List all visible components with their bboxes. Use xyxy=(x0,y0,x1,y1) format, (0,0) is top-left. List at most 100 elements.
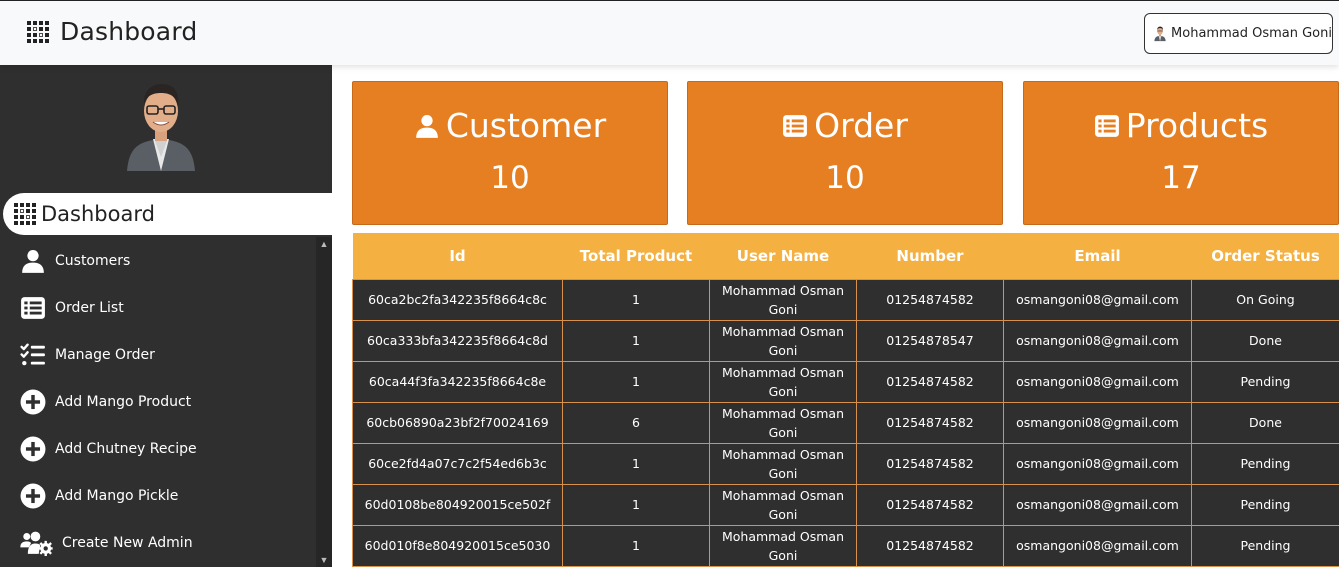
column-header-order-status: Order Status xyxy=(1211,246,1320,265)
table-row: 60cb06890a23bf2f70024169 6 Mohammad Osma… xyxy=(352,401,1339,444)
cell-email: osmangoni08@gmail.com xyxy=(1003,360,1192,403)
sidebar-item-label: Manage Order xyxy=(55,346,155,363)
page-title: Dashboard xyxy=(60,17,198,46)
grid-icon xyxy=(26,20,50,44)
table-row: 60ca2bc2fa342235f8664c8c 1 Mohammad Osma… xyxy=(352,278,1339,321)
main-content: Customer 10 Order 10 Products 17 Id Tota… xyxy=(332,65,1339,567)
scroll-down-icon[interactable]: ▼ xyxy=(316,553,332,567)
grid-icon xyxy=(13,202,37,226)
cell-id: 60ca2bc2fa342235f8664c8c xyxy=(352,278,563,321)
card-value: 10 xyxy=(825,160,865,196)
tasks-icon xyxy=(20,342,46,368)
sidebar-item-label: Add Mango Pickle xyxy=(55,487,179,504)
column-header-email: Email xyxy=(1074,246,1121,265)
cell-id: 60d0108be804920015ce502f xyxy=(352,483,563,526)
sidebar-item-label: Add Mango Product xyxy=(55,393,192,410)
sidebar-item-label: Create New Admin xyxy=(62,534,193,551)
cell-id: 60ca44f3fa342235f8664c8e xyxy=(352,360,563,403)
cell-total-product: 1 xyxy=(562,483,710,526)
cell-total-product: 1 xyxy=(562,442,710,485)
top-navbar: Dashboard Mohammad Osman Goni xyxy=(0,0,1339,65)
user-icon xyxy=(414,113,440,139)
table-row: 60ca333bfa342235f8664c8d 1 Mohammad Osma… xyxy=(352,319,1339,362)
user-icon xyxy=(20,248,46,274)
cell-order-status: Done xyxy=(1191,319,1339,362)
avatar xyxy=(1154,17,1166,50)
cell-email: osmangoni08@gmail.com xyxy=(1003,319,1192,362)
cell-id: 60d010f8e804920015ce5030 xyxy=(352,524,563,567)
scroll-up-icon[interactable]: ▲ xyxy=(316,237,332,251)
cell-id: 60ca333bfa342235f8664c8d xyxy=(352,319,563,362)
table-header-row: Id Total Product User Name Number Email … xyxy=(352,233,1339,279)
cell-total-product: 1 xyxy=(562,319,710,362)
cell-order-status: Done xyxy=(1191,401,1339,444)
cell-order-status: On Going xyxy=(1191,278,1339,321)
sidebar-item-manage-order[interactable]: Manage Order xyxy=(0,331,316,378)
list-icon xyxy=(782,113,808,139)
column-header-total-product: Total Product xyxy=(579,246,693,265)
order-card[interactable]: Order 10 xyxy=(687,81,1003,225)
cell-order-status: Pending xyxy=(1191,442,1339,485)
cell-user-name: Mohammad Osman Goni xyxy=(709,442,857,485)
card-value: 17 xyxy=(1161,160,1201,196)
cell-user-name: Mohammad Osman Goni xyxy=(709,483,857,526)
sidebar-item-dashboard[interactable]: Dashboard xyxy=(3,193,332,235)
sidebar-item-label: Customers xyxy=(55,252,131,269)
cell-order-status: Pending xyxy=(1191,360,1339,403)
cell-number: 01254874582 xyxy=(856,483,1004,526)
sidebar: Dashboard Customers Order List Manage Or… xyxy=(0,65,332,567)
user-name: Mohammad Osman Goni xyxy=(1171,26,1332,41)
column-header-id: Id xyxy=(449,246,466,265)
cell-number: 01254874582 xyxy=(856,278,1004,321)
card-title: Order xyxy=(814,106,908,145)
orders-table: Id Total Product User Name Number Email … xyxy=(352,233,1339,567)
cell-number: 01254874582 xyxy=(856,360,1004,403)
products-card[interactable]: Products 17 xyxy=(1023,81,1339,225)
list-icon xyxy=(1094,113,1120,139)
cell-email: osmangoni08@gmail.com xyxy=(1003,442,1192,485)
plus-circle-icon xyxy=(20,389,46,415)
brand[interactable]: Dashboard xyxy=(26,17,197,46)
cell-email: osmangoni08@gmail.com xyxy=(1003,401,1192,444)
sidebar-item-add-chutney-recipe[interactable]: Add Chutney Recipe xyxy=(0,425,316,472)
table-row: 60ce2fd4a07c7c2f54ed6b3c 1 Mohammad Osma… xyxy=(352,442,1339,485)
cell-number: 01254874582 xyxy=(856,524,1004,567)
users-cog-icon xyxy=(20,530,53,556)
plus-circle-icon xyxy=(20,483,46,509)
sidebar-item-label: Add Chutney Recipe xyxy=(55,440,197,457)
user-profile-button[interactable]: Mohammad Osman Goni xyxy=(1144,13,1333,54)
customer-card[interactable]: Customer 10 xyxy=(352,81,668,225)
cell-user-name: Mohammad Osman Goni xyxy=(709,360,857,403)
sidebar-item-add-mango-pickle[interactable]: Add Mango Pickle xyxy=(0,472,316,519)
card-title: Customer xyxy=(445,106,607,145)
sidebar-item-order-list[interactable]: Order List xyxy=(0,284,316,331)
cell-number: 01254878547 xyxy=(856,319,1004,362)
cell-user-name: Mohammad Osman Goni xyxy=(709,319,857,362)
sidebar-item-customers[interactable]: Customers xyxy=(0,237,316,284)
cell-number: 01254874582 xyxy=(856,442,1004,485)
sidebar-scrollbar[interactable]: ▲ ▼ xyxy=(316,237,332,567)
card-title: Products xyxy=(1125,106,1269,145)
list-icon xyxy=(20,295,46,321)
cell-email: osmangoni08@gmail.com xyxy=(1003,278,1192,321)
sidebar-item-create-new-admin[interactable]: Create New Admin xyxy=(0,519,316,566)
cell-order-status: Pending xyxy=(1191,524,1339,567)
table-row: 60d010f8e804920015ce5030 1 Mohammad Osma… xyxy=(352,524,1339,567)
sidebar-menu: Customers Order List Manage Order Add Ma… xyxy=(0,237,316,566)
column-header-number: Number xyxy=(896,246,964,265)
cell-total-product: 1 xyxy=(562,278,710,321)
cell-user-name: Mohammad Osman Goni xyxy=(709,278,857,321)
cell-user-name: Mohammad Osman Goni xyxy=(709,401,857,444)
cell-number: 01254874582 xyxy=(856,401,1004,444)
profile-avatar xyxy=(125,79,197,171)
cell-email: osmangoni08@gmail.com xyxy=(1003,524,1192,567)
cell-total-product: 1 xyxy=(562,524,710,567)
table-row: 60ca44f3fa342235f8664c8e 1 Mohammad Osma… xyxy=(352,360,1339,403)
table-row: 60d0108be804920015ce502f 1 Mohammad Osma… xyxy=(352,483,1339,526)
sidebar-item-label: Order List xyxy=(55,299,124,316)
sidebar-item-add-mango-product[interactable]: Add Mango Product xyxy=(0,378,316,425)
card-header: Order xyxy=(688,106,1002,145)
cell-total-product: 1 xyxy=(562,360,710,403)
cell-id: 60cb06890a23bf2f70024169 xyxy=(352,401,563,444)
cell-order-status: Pending xyxy=(1191,483,1339,526)
